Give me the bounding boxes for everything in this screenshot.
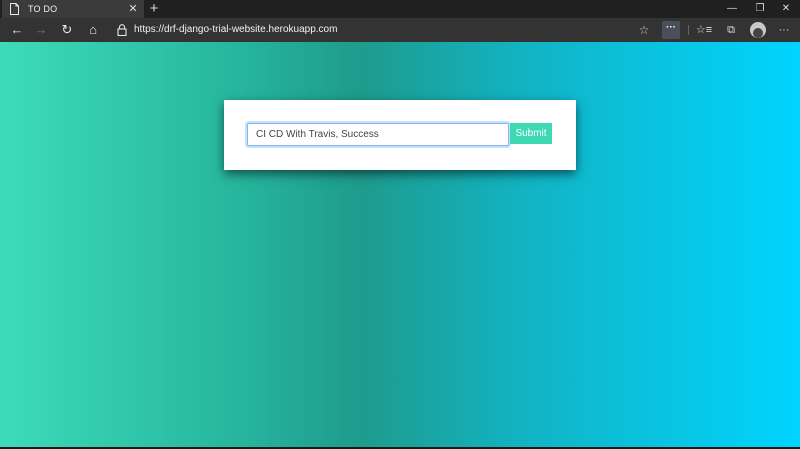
lock-icon	[117, 24, 127, 36]
todo-input[interactable]	[247, 123, 509, 146]
back-button[interactable]: ←	[8, 21, 26, 39]
tab-close-icon[interactable]: ✕	[127, 2, 139, 16]
tab-title: TO DO	[28, 4, 58, 14]
title-bar: TO DO ✕ + — ❐ ✕	[0, 0, 800, 18]
todo-form-card: Submit	[224, 100, 576, 170]
home-button[interactable]: ⌂	[84, 21, 102, 39]
favorite-star-icon[interactable]: ☆	[637, 22, 651, 38]
collections-icon[interactable]: ⧉	[722, 21, 740, 39]
navigation-bar: ← → ↻ ⌂ https://drf-django-trial-website…	[0, 18, 800, 42]
close-window-button[interactable]: ✕	[772, 0, 800, 18]
minimize-button[interactable]: —	[718, 0, 746, 18]
favorites-icon[interactable]: ☆≡	[695, 21, 713, 39]
submit-button[interactable]: Submit	[510, 123, 552, 144]
forward-button[interactable]: →	[32, 21, 50, 39]
more-menu-icon[interactable]: ···	[775, 21, 793, 39]
restore-button[interactable]: ❐	[746, 0, 774, 18]
browser-tab[interactable]: TO DO ✕	[2, 0, 144, 18]
profile-avatar[interactable]	[750, 22, 766, 38]
url-text[interactable]: https://drf-django-trial-website.herokua…	[134, 24, 337, 36]
refresh-button[interactable]: ↻	[58, 21, 76, 39]
page-icon	[10, 3, 19, 15]
toolbar-separator	[688, 25, 689, 35]
extension-icon[interactable]: ···	[662, 21, 680, 39]
page-background: Submit	[0, 42, 800, 449]
address-bar[interactable]: https://drf-django-trial-website.herokua…	[110, 20, 655, 40]
new-tab-button[interactable]: +	[147, 1, 161, 17]
